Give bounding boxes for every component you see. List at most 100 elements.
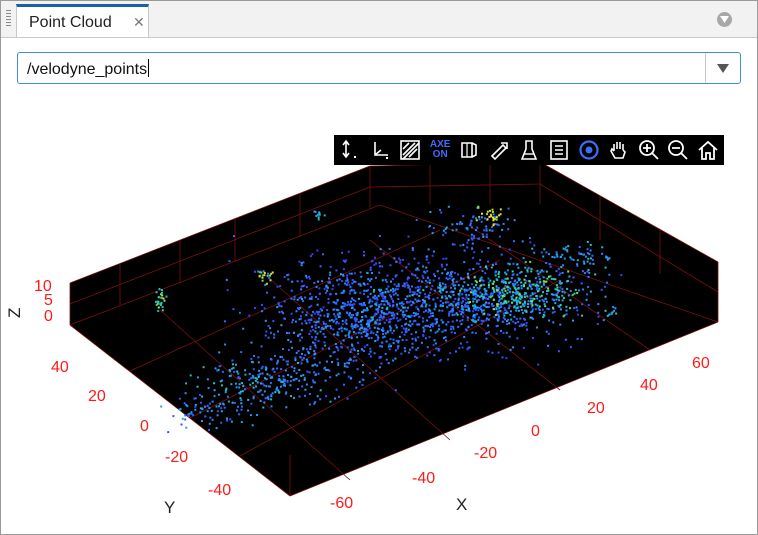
point	[319, 389, 322, 392]
point	[491, 304, 494, 307]
point	[309, 345, 312, 348]
point	[517, 287, 520, 290]
point	[493, 316, 496, 319]
point	[396, 288, 399, 291]
point	[513, 286, 516, 289]
point	[457, 297, 460, 300]
point	[327, 297, 330, 300]
point	[381, 336, 384, 339]
point	[580, 338, 583, 341]
legend-icon[interactable]	[545, 137, 573, 163]
point	[354, 291, 357, 294]
axes-orientation-icon[interactable]	[367, 137, 395, 163]
point	[372, 332, 375, 335]
point	[466, 241, 469, 244]
point	[413, 293, 416, 295]
point	[250, 341, 253, 344]
view-icon[interactable]	[486, 137, 514, 163]
point	[516, 281, 519, 284]
point	[256, 414, 258, 416]
point	[251, 382, 254, 385]
point	[512, 284, 515, 287]
point	[282, 358, 285, 361]
point	[319, 308, 322, 311]
point	[605, 256, 608, 259]
point	[400, 352, 403, 355]
point	[440, 263, 443, 266]
point	[529, 297, 532, 300]
point	[178, 397, 181, 400]
point	[300, 362, 303, 365]
brush-icon[interactable]	[516, 137, 544, 163]
zoom-out-icon[interactable]	[664, 137, 692, 163]
pan-hand-icon[interactable]	[605, 137, 633, 163]
point	[304, 354, 307, 357]
point	[392, 290, 394, 293]
point	[396, 294, 399, 297]
point	[547, 344, 550, 347]
z-tick: 5	[44, 292, 53, 309]
point	[260, 382, 262, 385]
point	[559, 280, 562, 283]
point	[329, 271, 332, 274]
point	[270, 405, 273, 408]
point	[298, 296, 301, 299]
point	[495, 308, 498, 311]
point	[416, 323, 419, 326]
point	[401, 284, 404, 287]
axes-visibility-button[interactable]: AXE ON	[426, 137, 454, 163]
point	[604, 295, 607, 298]
point	[302, 357, 305, 359]
point	[263, 384, 266, 387]
point	[573, 307, 576, 309]
point	[167, 431, 170, 434]
point	[379, 314, 382, 317]
projection-icon[interactable]	[456, 137, 484, 163]
point	[401, 313, 404, 316]
point	[359, 271, 362, 274]
point	[204, 406, 206, 408]
point	[507, 300, 510, 303]
point	[473, 251, 476, 254]
point	[445, 291, 448, 293]
point	[574, 288, 577, 291]
point	[509, 348, 512, 351]
point-cloud-plot[interactable]: 10 5 0 Z 40 20 0 -20 -40 Y -60 -40 -20 0…	[0, 0, 758, 535]
rotate-3d-icon[interactable]	[575, 137, 603, 163]
point	[350, 323, 353, 326]
point	[517, 266, 520, 269]
point	[428, 351, 431, 354]
point	[452, 290, 455, 293]
point	[524, 318, 526, 321]
point	[542, 255, 545, 258]
point	[442, 229, 445, 232]
point	[413, 257, 416, 260]
home-icon[interactable]	[694, 137, 722, 163]
point	[336, 333, 339, 336]
point	[382, 297, 385, 300]
point	[444, 283, 447, 286]
point	[333, 313, 336, 316]
zoom-in-icon[interactable]	[635, 137, 663, 163]
point	[583, 262, 586, 265]
point	[404, 298, 407, 300]
point	[531, 308, 534, 311]
point	[438, 282, 441, 284]
point	[425, 255, 428, 258]
rotate-z-icon[interactable]	[337, 137, 365, 163]
point	[503, 287, 506, 290]
point	[274, 354, 276, 357]
point	[428, 316, 431, 319]
point	[190, 411, 193, 414]
point	[219, 402, 222, 405]
point	[478, 279, 481, 282]
point	[264, 377, 267, 380]
point	[515, 296, 518, 299]
point	[440, 211, 443, 214]
point	[394, 389, 397, 392]
point	[469, 224, 472, 227]
background-color-icon[interactable]	[397, 137, 425, 163]
point	[355, 386, 358, 389]
point	[351, 327, 354, 330]
point	[516, 303, 519, 306]
